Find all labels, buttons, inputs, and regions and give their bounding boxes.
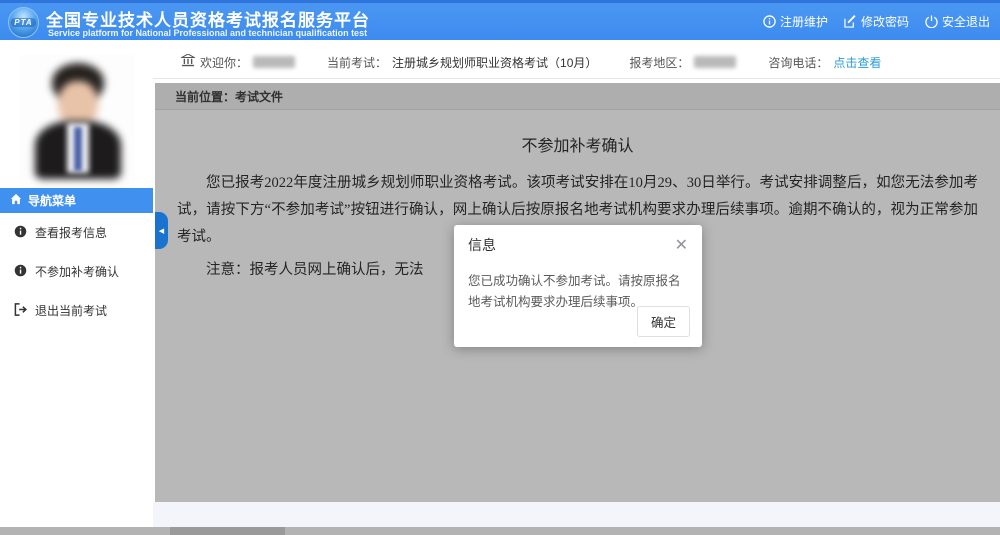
consult-phone-label: 咨询电话： — [768, 54, 828, 71]
current-exam-group: 当前考试： 注册城乡规划师职业资格考试（10月） — [327, 54, 597, 71]
current-exam-value: 注册城乡规划师职业资格考试（10月） — [392, 54, 597, 71]
bank-icon — [181, 54, 195, 70]
welcome-label: 欢迎你： — [200, 54, 248, 71]
register-maintain-label: 注册维护 — [780, 13, 828, 30]
exam-region-group: 报考地区： — [629, 54, 736, 71]
view-phone-link[interactable]: 点击查看 — [833, 54, 881, 71]
sidebar-item-label: 退出当前考试 — [35, 302, 107, 319]
sidebar-item-view-registration[interactable]: 查看报考信息 — [0, 213, 153, 252]
current-exam-label: 当前考试： — [327, 54, 387, 71]
exam-region-label: 报考地区： — [629, 54, 689, 71]
scrollbar-thumb[interactable] — [170, 527, 285, 535]
phone-group: 咨询电话： 点击查看 — [768, 54, 881, 71]
safe-logout-label: 安全退出 — [942, 13, 990, 30]
avatar-tie — [74, 127, 82, 171]
main-panel: 当前位置： 考试文件 不参加补考确认 您已报考2022年度注册城乡规划师职业资格… — [155, 83, 1000, 502]
logo-text: PTA — [11, 18, 35, 27]
top-header: PTA 全国专业技术人员资格考试报名服务平台 Service platform … — [0, 0, 1000, 40]
sidebar-item-label: 不参加补考确认 — [35, 263, 119, 280]
info-circle-icon — [763, 15, 776, 28]
modal-title: 信息 — [468, 235, 496, 255]
home-icon — [10, 193, 22, 208]
avatar — [19, 55, 135, 187]
logout-icon — [14, 303, 27, 319]
info-circle-icon — [14, 225, 27, 241]
sidebar-menu: 查看报考信息 不参加补考确认 退出当前考试 — [0, 213, 153, 330]
sidebar-item-exit-current-exam[interactable]: 退出当前考试 — [0, 291, 153, 330]
sidebar-item-no-makeup-exam-confirm[interactable]: 不参加补考确认 — [0, 252, 153, 291]
sidebar: 导航菜单 查看报考信息 不参加补考确认 退出当前考试 — [0, 43, 153, 527]
footer-strip — [153, 502, 1000, 527]
horizontal-scrollbar[interactable] — [0, 527, 1000, 535]
welcome-bar: 欢迎你： 当前考试： 注册城乡规划师职业资格考试（10月） 报考地区： 咨询电话… — [153, 46, 1000, 79]
modal-header: 信息 ✕ — [454, 225, 702, 261]
sidebar-item-label: 查看报考信息 — [35, 224, 107, 241]
info-modal: 信息 ✕ 您已成功确认不参加考试。请按原报名地考试机构要求办理后续事项。 确定 — [454, 225, 702, 347]
modal-footer: 确定 — [637, 306, 690, 337]
sidebar-collapse-tab[interactable]: ◀ — [155, 212, 168, 249]
safe-logout-link[interactable]: 安全退出 — [925, 13, 990, 30]
nav-menu-header: 导航菜单 — [0, 188, 153, 213]
nav-menu-label: 导航菜单 — [28, 192, 76, 209]
power-icon — [925, 15, 938, 28]
confirm-button[interactable]: 确定 — [637, 306, 690, 337]
change-password-link[interactable]: 修改密码 — [844, 13, 909, 30]
register-maintain-link[interactable]: 注册维护 — [763, 13, 828, 30]
info-circle-icon — [14, 264, 27, 280]
edit-icon — [844, 15, 857, 28]
exam-region-redacted — [694, 56, 736, 68]
username-redacted — [253, 56, 295, 68]
close-icon[interactable]: ✕ — [675, 237, 688, 253]
chevron-left-icon: ◀ — [159, 227, 164, 235]
platform-logo: PTA — [8, 7, 39, 38]
change-password-label: 修改密码 — [861, 13, 909, 30]
header-actions: 注册维护 修改密码 安全退出 — [763, 3, 990, 40]
welcome-group: 欢迎你： — [181, 54, 295, 71]
platform-subtitle: Service platform for National Profession… — [48, 28, 367, 38]
